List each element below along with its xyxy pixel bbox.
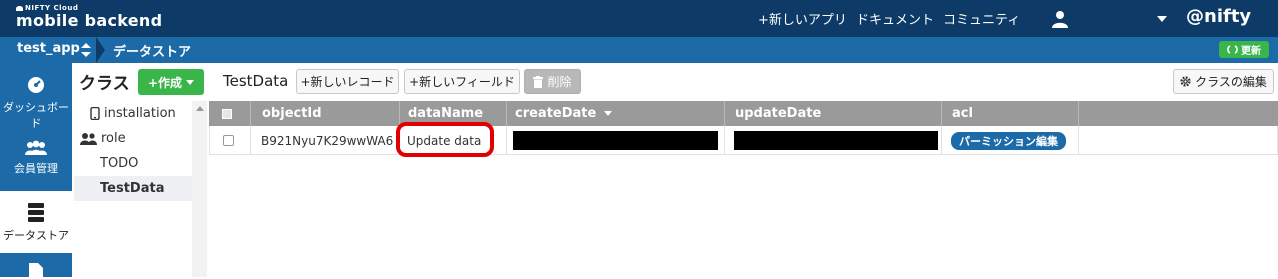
new-record-button[interactable]: +新しいレコード: [296, 69, 399, 94]
table-row: B921Nyu7K29wwWA6 Update data パーミッション編集: [209, 126, 1278, 155]
class-item-label: role: [101, 131, 126, 146]
create-class-button[interactable]: +作成: [138, 69, 204, 95]
gear-icon: [1180, 76, 1191, 87]
nav-new-app[interactable]: +新しいアプリ: [758, 9, 847, 28]
sidebar-item-label: ダッシュボード: [3, 101, 69, 130]
gauge-icon: [28, 77, 44, 93]
top-bar: NIFTY Cloud mobile backend +新しいアプリ ドキュメン…: [0, 0, 1278, 37]
cloud-icon: [16, 5, 23, 11]
column-header-updatedate[interactable]: updateDate: [725, 101, 942, 126]
app-selector[interactable]: test_app: [17, 41, 80, 56]
class-item-label: installation: [104, 106, 176, 121]
sidebar-item-dashboard[interactable]: ダッシュボード: [0, 75, 72, 130]
current-class-title: TestData: [223, 72, 289, 90]
mobile-icon: [90, 107, 100, 120]
select-all-checkbox[interactable]: [222, 109, 232, 119]
sidebar-item-label: 会員管理: [14, 162, 58, 175]
class-item-role[interactable]: role: [74, 126, 192, 151]
updown-icon[interactable]: [80, 41, 92, 59]
sidebar-item-label: データストア: [3, 229, 69, 242]
edit-class-button[interactable]: クラスの編集: [1173, 69, 1274, 94]
breadcrumb: データストア: [113, 45, 192, 60]
nav-community[interactable]: コミュニティ: [943, 9, 1020, 28]
refresh-label: 更新: [1241, 46, 1261, 57]
sidebar-item-files[interactable]: [0, 263, 72, 279]
edit-permission-button[interactable]: パーミッション編集: [951, 131, 1066, 150]
cell-createdate[interactable]: [507, 126, 725, 155]
logo[interactable]: NIFTY Cloud mobile backend: [16, 4, 162, 30]
delete-button[interactable]: 削除: [524, 69, 581, 94]
app-bar: test_app データストア: [0, 37, 1278, 63]
column-header-acl[interactable]: acl: [942, 101, 1079, 126]
users-icon: [80, 133, 97, 145]
refresh-icon: [1227, 45, 1238, 54]
trash-icon: [533, 75, 544, 88]
delete-label: 削除: [547, 75, 572, 89]
class-panel-title: クラス: [79, 74, 130, 94]
edit-class-label: クラスの編集: [1195, 75, 1267, 89]
nav-documents[interactable]: ドキュメント: [856, 9, 934, 28]
column-header-createdate[interactable]: createDate: [507, 101, 725, 126]
sidebar: ダッシュボード 会員管理 データストア: [0, 63, 72, 279]
column-header-label: createDate: [515, 106, 597, 121]
sort-desc-icon: [604, 111, 613, 116]
brand-logo[interactable]: @nifty: [1186, 6, 1251, 27]
cell-acl: パーミッション編集: [942, 126, 1079, 155]
users-icon: [25, 140, 47, 155]
database-icon: [28, 203, 44, 222]
class-item-todo[interactable]: TODO: [74, 151, 192, 176]
class-list-scrollbar[interactable]: [192, 101, 207, 277]
create-class-label: +作成: [147, 75, 183, 90]
row-checkbox[interactable]: [223, 135, 234, 146]
class-item-testdata[interactable]: TestData: [74, 176, 192, 201]
cell-updatedate[interactable]: [725, 126, 942, 155]
chevron-down-icon: [186, 79, 195, 85]
user-icon[interactable]: [1051, 10, 1069, 28]
logo-text: mobile backend: [16, 11, 163, 30]
table-header: objectId dataName createDate updateDate …: [209, 101, 1278, 126]
new-field-button[interactable]: +新しいフィールド: [404, 69, 520, 94]
breadcrumb-separator: [96, 37, 105, 63]
highlight-annotation: [396, 122, 494, 157]
column-header-objectid[interactable]: objectId: [251, 101, 400, 126]
class-item-label: TODO: [100, 156, 139, 171]
redacted-block: [513, 131, 718, 150]
class-list: installation role TODO TestData: [74, 101, 192, 277]
class-item-label: TestData: [100, 181, 165, 196]
scroll-up-icon[interactable]: [196, 106, 204, 111]
class-item-installation[interactable]: installation: [74, 101, 192, 126]
redacted-block: [734, 131, 938, 150]
sidebar-item-members[interactable]: 会員管理: [0, 140, 72, 195]
user-menu-caret-icon[interactable]: [1157, 16, 1167, 22]
sidebar-item-datastore[interactable]: データストア: [0, 191, 72, 253]
refresh-button[interactable]: 更新: [1219, 41, 1269, 58]
cell-objectid[interactable]: B921Nyu7K29wwWA6: [251, 126, 400, 155]
